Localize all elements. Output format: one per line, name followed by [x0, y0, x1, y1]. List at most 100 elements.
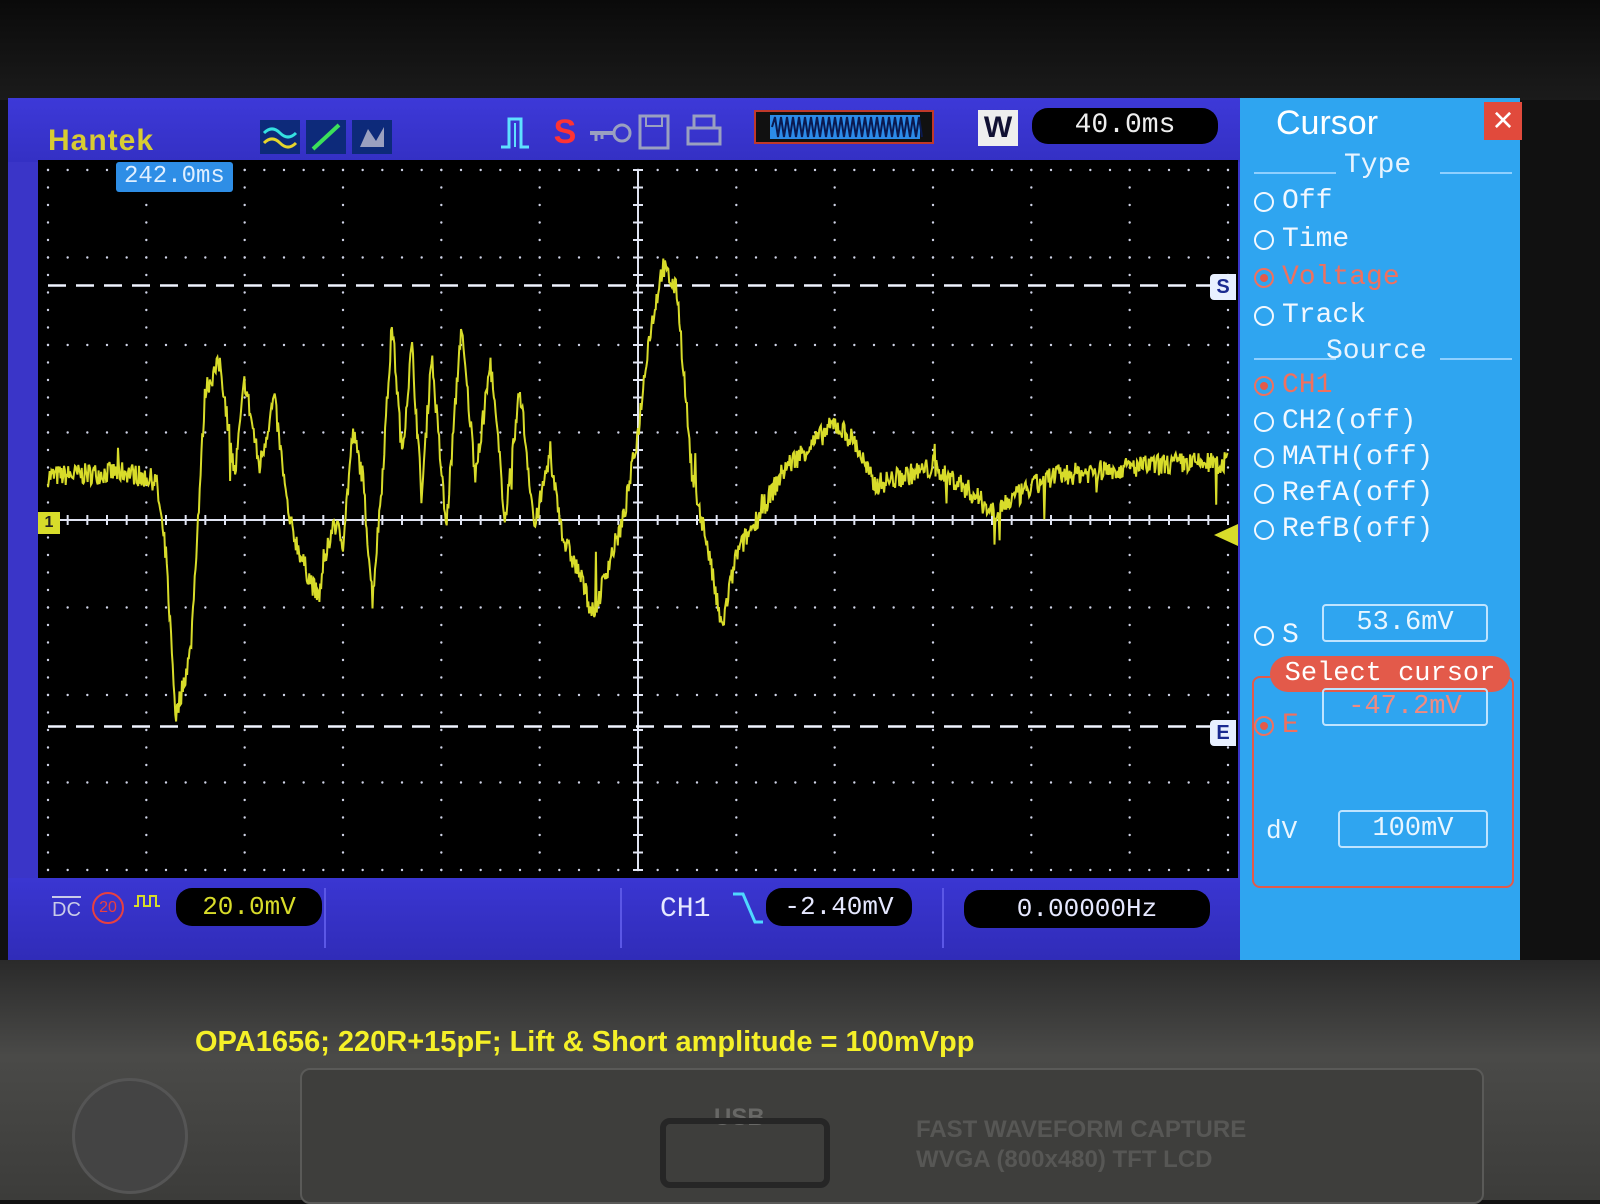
grid-dot	[754, 168, 758, 172]
grid-dot	[1049, 693, 1053, 697]
grid-dot	[597, 693, 600, 697]
grid-dot	[145, 466, 148, 469]
grid-dot	[695, 693, 699, 697]
grid-dot	[440, 746, 443, 749]
cursor-source-option[interactable]: CH2(off)	[1254, 406, 1416, 437]
cursor-type-option[interactable]: Track	[1254, 300, 1366, 331]
grid-dot	[381, 256, 384, 259]
coupling-indicator[interactable]: DC	[52, 896, 81, 922]
grid-dot	[1128, 658, 1131, 662]
grid-dot	[735, 693, 738, 697]
grid-dot	[538, 536, 541, 539]
grid-dot	[223, 606, 227, 609]
grid-dot	[833, 326, 836, 329]
grid-dot	[440, 273, 443, 277]
grid-dot	[46, 728, 50, 732]
grid-dot	[735, 483, 738, 487]
cursor-type-option[interactable]: Time	[1254, 224, 1349, 255]
persist-icon[interactable]	[352, 120, 392, 154]
power-knob[interactable]	[72, 1078, 188, 1194]
grid-dot	[1128, 868, 1131, 872]
grid-dot	[341, 431, 345, 434]
grid-dot	[1030, 413, 1033, 417]
group-border	[1440, 172, 1512, 174]
print-icon[interactable]	[684, 112, 724, 152]
grid-dot	[1128, 326, 1131, 329]
grid-dot	[971, 693, 974, 697]
grid-dot	[1030, 553, 1033, 557]
grid-dot	[1128, 378, 1131, 382]
ch1-ground-marker[interactable]: 1	[38, 512, 60, 534]
trigger-level-readout[interactable]: -2.40mV	[766, 888, 912, 926]
grid-dot	[931, 781, 935, 784]
grid-dot	[813, 343, 817, 347]
grid-dot	[204, 606, 207, 609]
grid-dot	[931, 308, 935, 312]
grid-dot	[459, 431, 463, 434]
grid-dot	[754, 431, 758, 434]
grid-dot	[263, 168, 266, 172]
grid-dot	[499, 606, 502, 609]
grid-dot	[243, 221, 246, 224]
grid-dot	[872, 693, 876, 697]
grid-dot	[735, 186, 738, 189]
grid-dot	[735, 308, 738, 312]
waveform-display[interactable]: 242.0ms S E 1	[38, 160, 1238, 878]
grid-dot	[440, 641, 443, 644]
grid-dot	[538, 781, 541, 784]
ch1-volts-per-div[interactable]: 20.0mV	[176, 888, 322, 926]
grid-dot	[833, 483, 836, 487]
grid-dot	[656, 693, 659, 697]
cursor-type-option[interactable]: Voltage	[1254, 262, 1400, 293]
usb-port[interactable]	[660, 1118, 830, 1188]
grid-dot	[735, 816, 738, 819]
grid-dot	[1089, 781, 1092, 784]
grid-dot	[440, 676, 443, 679]
trigger-level-marker[interactable]	[1214, 524, 1238, 546]
grid-dot	[538, 326, 541, 329]
grid-dot	[86, 781, 89, 784]
trigger-channel-label: CH1	[660, 894, 711, 925]
cursor-source-option[interactable]: MATH(off)	[1254, 442, 1433, 473]
grid-dot	[1069, 781, 1072, 784]
grid-dot	[184, 256, 187, 259]
grid-dot	[1128, 676, 1131, 679]
grid-dot	[1148, 256, 1151, 259]
cursor-source-option[interactable]: CH1	[1254, 370, 1332, 401]
pulse-icon[interactable]	[498, 112, 538, 152]
cursor-type-option[interactable]: Off	[1254, 186, 1332, 217]
grid-dot	[145, 501, 148, 504]
grid-dot	[420, 343, 423, 347]
cursor-e-marker[interactable]: E	[1210, 720, 1236, 746]
grid-dot	[341, 693, 345, 697]
grid-dot	[1128, 553, 1131, 557]
grid-dot	[558, 256, 561, 259]
grid-dot	[164, 606, 168, 609]
cursor-e-option[interactable]: E	[1254, 710, 1299, 741]
grid-dot	[833, 553, 836, 557]
grid-dot	[538, 623, 541, 627]
cursor-source-option[interactable]: RefA(off)	[1254, 478, 1433, 509]
grid-dot	[1167, 168, 1171, 172]
grid-dot	[263, 256, 266, 259]
cursor-s-option[interactable]: S	[1254, 620, 1299, 651]
grid-dot	[440, 693, 443, 697]
zoom-window-button[interactable]: W	[978, 110, 1018, 146]
bandwidth-limit-badge[interactable]: 20	[92, 892, 124, 924]
frequency-readout: 0.00000Hz	[964, 890, 1210, 928]
close-icon[interactable]: ×	[1484, 102, 1522, 140]
grid-dot	[754, 343, 758, 347]
grid-dot	[243, 186, 246, 189]
slope-icon[interactable]	[306, 120, 346, 154]
timebase-readout[interactable]: 40.0ms	[1032, 108, 1218, 144]
grid-dot	[243, 781, 246, 784]
grid-dot	[931, 728, 935, 732]
cursor-s-marker[interactable]: S	[1210, 274, 1236, 300]
grid-dot	[302, 693, 305, 697]
waveform-icon[interactable]	[260, 120, 300, 154]
save-icon[interactable]	[636, 112, 672, 152]
grid-dot	[164, 693, 168, 697]
cursor-source-option[interactable]: RefB(off)	[1254, 514, 1433, 545]
falling-edge-icon[interactable]	[730, 888, 766, 928]
cursor-e-value: -47.2mV	[1322, 688, 1488, 726]
